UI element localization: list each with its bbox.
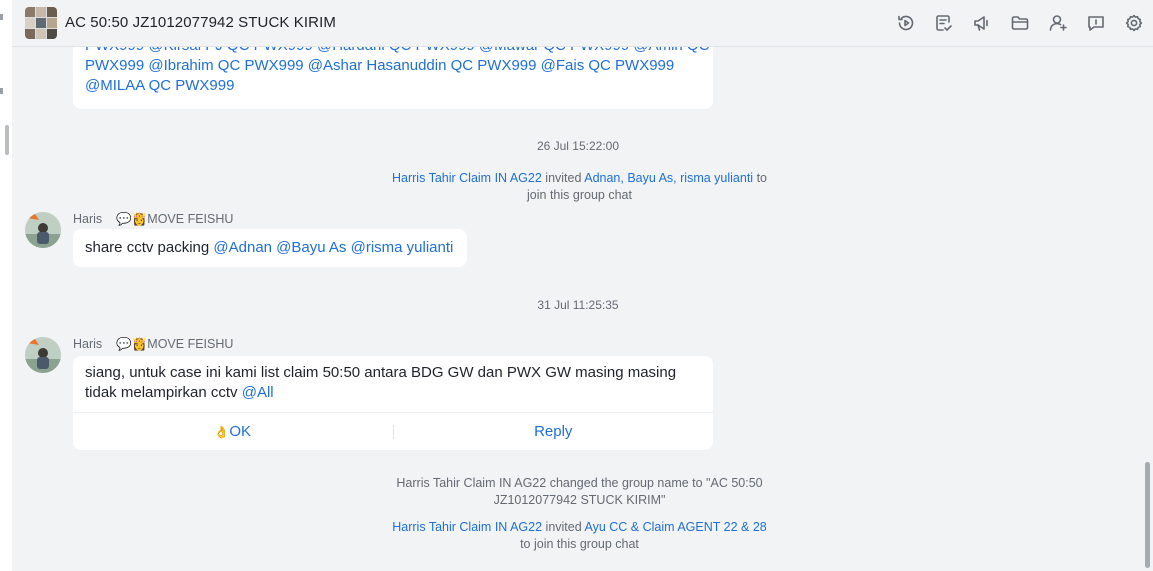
settings-icon: [1125, 14, 1143, 32]
chat-header: AC 50:50 JZ1012077942 STUCK KIRIM: [12, 0, 1153, 47]
left-scrollbar[interactable]: [5, 125, 9, 155]
system-tail: to: [756, 171, 767, 185]
system-tail: join this group chat: [527, 188, 632, 202]
actor-link[interactable]: Harris Tahir Claim IN AG22: [392, 171, 542, 185]
message-bubble-with-actions[interactable]: siang, untuk case ini kami list claim 50…: [73, 356, 713, 450]
history-icon: [898, 15, 914, 31]
timestamp: 26 Jul 15:22:00: [536, 139, 620, 153]
left-panel-edge: [0, 0, 12, 571]
chat-scrollbar[interactable]: [1145, 462, 1150, 568]
sender-row: Haris 💬👸MOVE FEISHU: [73, 212, 233, 227]
sender-name[interactable]: Haris: [73, 212, 102, 226]
tasks-button[interactable]: [933, 12, 955, 34]
edge-marker: [0, 14, 3, 20]
system-tail: to join this group chat: [520, 537, 639, 551]
sender-status: 💬👸MOVE FEISHU: [116, 337, 234, 351]
system-message-rename: Harris Tahir Claim IN AG22 changed the g…: [352, 475, 807, 509]
ok-button[interactable]: 👌OK: [73, 422, 393, 442]
mention-line[interactable]: @MILAA QC PWX999: [85, 76, 701, 96]
topic-icon: [1088, 16, 1104, 31]
header-toolbar: [895, 12, 1145, 34]
avatar[interactable]: [25, 212, 61, 248]
history-button[interactable]: [895, 12, 917, 34]
settings-button[interactable]: [1123, 12, 1145, 34]
chat-title: AC 50:50 JZ1012077942 STUCK KIRIM: [65, 14, 336, 31]
avatar-image: [25, 212, 61, 248]
message-text: share cctv packing: [85, 239, 214, 256]
edge-marker: [0, 88, 3, 94]
chat-panel: AC 50:50 JZ1012077942 STUCK KIRIM PWX999…: [12, 0, 1153, 571]
add-member-icon: [1049, 15, 1067, 31]
topic-button[interactable]: [1085, 12, 1107, 34]
files-button[interactable]: [1009, 12, 1031, 34]
reply-button[interactable]: Reply: [394, 422, 714, 442]
sender-name[interactable]: Haris: [73, 337, 102, 351]
message-text: siang, untuk case ini kami list claim 50…: [85, 364, 677, 381]
message-bubble[interactable]: share cctv packing @Adnan @Bayu As @rism…: [73, 229, 467, 267]
system-verb: invited: [545, 520, 582, 534]
add-member-button[interactable]: [1047, 12, 1069, 34]
message-text: tidak melampirkan cctv: [85, 384, 242, 401]
message-actions: 👌OK Reply: [73, 412, 713, 450]
system-actor: Harris Tahir Claim IN AG22: [396, 476, 547, 490]
actor-link[interactable]: Harris Tahir Claim IN AG22: [392, 520, 542, 534]
folder-icon: [1011, 16, 1029, 30]
tasks-icon: [936, 15, 952, 31]
system-verb: invited: [545, 171, 582, 185]
announcement-icon: [974, 16, 988, 31]
invitee-links[interactable]: Adnan, Bayu As, risma yulianti: [584, 171, 753, 185]
system-message-invite: Harris Tahir Claim IN AG22 invited Adnan…: [352, 170, 807, 204]
mention-all[interactable]: @All: [242, 384, 274, 401]
ok-label: OK: [229, 422, 252, 440]
sender-row: Haris 💬👸MOVE FEISHU: [73, 337, 233, 352]
mention-line[interactable]: PWX999 @Ibrahim QC PWX999 @Ashar Hasanud…: [85, 56, 701, 76]
timestamp: 31 Jul 11:25:35: [537, 298, 619, 312]
avatar-image: [25, 337, 61, 373]
system-text: changed the group name to "AC 50:50: [549, 476, 763, 490]
announcement-button[interactable]: [971, 12, 993, 34]
invitee-links[interactable]: Ayu CC & Claim AGENT 22 & 28: [584, 520, 766, 534]
system-text: JZ1012077942 STUCK KIRIM": [493, 493, 666, 507]
sender-status: 💬👸MOVE FEISHU: [116, 212, 234, 226]
avatar[interactable]: [25, 337, 61, 373]
ok-hand-icon: 👌: [214, 424, 230, 439]
system-message-invite: Harris Tahir Claim IN AG22 invited Ayu C…: [352, 519, 807, 553]
message-mentions[interactable]: @Adnan @Bayu As @risma yulianti: [213, 239, 453, 256]
group-avatar[interactable]: [25, 7, 57, 39]
